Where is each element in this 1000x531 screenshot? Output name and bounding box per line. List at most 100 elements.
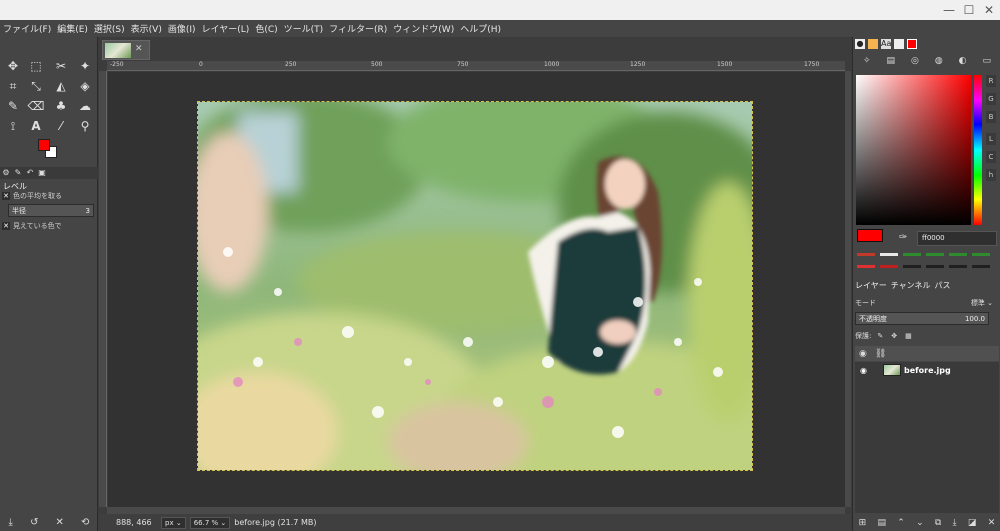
channel-g-button[interactable]: G: [986, 93, 996, 105]
channel-l-button[interactable]: L: [986, 133, 996, 145]
channel-b-button[interactable]: B: [986, 111, 996, 123]
color-history-swatch[interactable]: [857, 265, 875, 268]
visibility-icon[interactable]: ◉: [860, 366, 867, 375]
palette-selector-icon[interactable]: ◐: [959, 56, 967, 69]
cmyk-selector-icon[interactable]: ▤: [887, 56, 896, 69]
save-options-icon[interactable]: ⤓: [9, 517, 13, 528]
merge-down-icon[interactable]: ⤓: [953, 518, 957, 528]
color-history-swatch[interactable]: [903, 265, 921, 268]
image-tab[interactable]: ✕: [102, 40, 150, 60]
sample-average-option[interactable]: ✕ 色の平均を取る: [2, 190, 96, 202]
menu-layer[interactable]: レイヤー(L): [202, 22, 250, 35]
transform-icon[interactable]: ⤡: [27, 77, 45, 95]
menu-file[interactable]: ファイル(F): [3, 22, 51, 35]
device-status-tab-icon[interactable]: ✎: [12, 167, 24, 179]
color-history-swatch[interactable]: [949, 265, 967, 268]
zoom-select[interactable]: 66.7 % ⌄: [189, 516, 231, 529]
radius-value[interactable]: 3: [86, 207, 90, 215]
eraser-icon[interactable]: ⌫: [27, 97, 45, 115]
menu-view[interactable]: 表示(V): [131, 22, 162, 35]
color-picker-icon[interactable]: ⁄: [52, 117, 70, 135]
lock-pixels-icon[interactable]: ✎: [877, 332, 883, 340]
color-picker-square[interactable]: [856, 75, 971, 225]
photo-image[interactable]: [197, 101, 753, 471]
vertical-scrollbar[interactable]: [845, 71, 851, 507]
triangle-selector-icon[interactable]: ◎: [911, 56, 919, 69]
maximize-button[interactable]: ☐: [962, 3, 976, 17]
new-layer-icon[interactable]: ⊞: [859, 518, 867, 528]
canvas[interactable]: [108, 72, 845, 507]
add-mask-icon[interactable]: ◪: [968, 518, 977, 528]
color-history-swatch[interactable]: [880, 265, 898, 268]
tool-options-tab-icon[interactable]: ⚙: [0, 167, 12, 179]
color-history-swatch[interactable]: [903, 253, 921, 256]
tab-layers[interactable]: レイヤー: [855, 280, 887, 291]
color-history-swatch[interactable]: [972, 253, 990, 256]
minimize-button[interactable]: —: [942, 3, 956, 17]
restore-options-icon[interactable]: ↺: [30, 517, 38, 528]
fuzzy-select-icon[interactable]: ✦: [76, 57, 94, 75]
tab-paths[interactable]: パス: [935, 280, 951, 291]
text-icon[interactable]: A: [27, 117, 45, 135]
delete-options-icon[interactable]: ✕: [56, 517, 64, 528]
brush-tab-icon[interactable]: ●: [855, 39, 865, 49]
menu-edit[interactable]: 編集(E): [57, 22, 88, 35]
smudge-icon[interactable]: ☁: [76, 97, 94, 115]
warp-icon[interactable]: ◭: [52, 77, 70, 95]
menu-image[interactable]: 画像(I): [168, 22, 196, 35]
unit-select[interactable]: px ⌄: [161, 516, 186, 529]
menu-colors[interactable]: 色(C): [255, 22, 277, 35]
channel-r-button[interactable]: R: [986, 75, 996, 87]
paintbrush-icon[interactable]: ✎: [4, 97, 22, 115]
chain-icon[interactable]: ⛓: [875, 349, 886, 359]
horizontal-scrollbar[interactable]: [107, 507, 845, 514]
delete-layer-icon[interactable]: ✕: [988, 518, 996, 528]
vertical-ruler[interactable]: [99, 71, 107, 507]
menu-tools[interactable]: ツール(T): [284, 22, 324, 35]
paths-icon[interactable]: ⟟: [4, 117, 22, 135]
hex-color-field[interactable]: ff0000: [917, 231, 997, 246]
reset-options-icon[interactable]: ⟲: [81, 517, 89, 528]
eyedropper-icon[interactable]: ✑: [899, 232, 907, 243]
zoom-icon[interactable]: ⚲: [76, 117, 94, 135]
crop-icon[interactable]: ⌗: [4, 77, 22, 95]
tab-channels[interactable]: チャンネル: [891, 280, 931, 291]
radius-spinbox[interactable]: 半径 3: [8, 204, 94, 217]
menu-windows[interactable]: ウィンドウ(W): [393, 22, 454, 35]
color-history-swatch[interactable]: [949, 253, 967, 256]
duplicate-layer-icon[interactable]: ⧉: [935, 518, 941, 528]
hue-slider[interactable]: [974, 75, 982, 225]
foreground-color-swatch[interactable]: [857, 229, 883, 242]
new-group-icon[interactable]: ▤: [877, 518, 886, 528]
font-tab-icon[interactable]: Aa: [881, 39, 891, 49]
color-history-swatch[interactable]: [926, 253, 944, 256]
document-tab-icon[interactable]: [894, 39, 904, 49]
lock-position-icon[interactable]: ✥: [891, 332, 897, 340]
pattern-tab-icon[interactable]: [868, 39, 878, 49]
channel-c-button[interactable]: C: [986, 151, 996, 163]
scales-selector-icon[interactable]: ▭: [982, 56, 991, 69]
opacity-spinbox[interactable]: 不透明度 100.0: [855, 312, 989, 325]
rect-select-icon[interactable]: ⬚: [27, 57, 45, 75]
lock-alpha-icon[interactable]: ▦: [905, 332, 912, 340]
images-tab-icon[interactable]: ▣: [36, 167, 48, 179]
color-history-swatch[interactable]: [926, 265, 944, 268]
lower-layer-icon[interactable]: ⌄: [916, 518, 924, 528]
undo-history-tab-icon[interactable]: ↶: [24, 167, 36, 179]
color-history-swatch[interactable]: [880, 253, 898, 256]
menu-select[interactable]: 選択(S): [94, 22, 125, 35]
color-history-swatch[interactable]: [857, 253, 875, 256]
watercolor-selector-icon[interactable]: ◍: [935, 56, 943, 69]
color-history-swatch[interactable]: [972, 265, 990, 268]
toggle-icon[interactable]: ✕: [2, 222, 10, 230]
mode-select[interactable]: 標準 ⌄: [971, 298, 993, 308]
clone-icon[interactable]: ♣: [52, 97, 70, 115]
toggle-icon[interactable]: ✕: [2, 192, 10, 200]
visibility-icon[interactable]: ◉: [859, 349, 867, 359]
layer-row[interactable]: ◉ before.jpg: [855, 362, 999, 378]
menu-filters[interactable]: フィルター(R): [329, 22, 387, 35]
close-icon[interactable]: ✕: [135, 44, 143, 54]
gimp-selector-icon[interactable]: ✧: [863, 56, 871, 69]
opacity-value[interactable]: 100.0: [965, 315, 985, 323]
menu-help[interactable]: ヘルプ(H): [460, 22, 501, 35]
